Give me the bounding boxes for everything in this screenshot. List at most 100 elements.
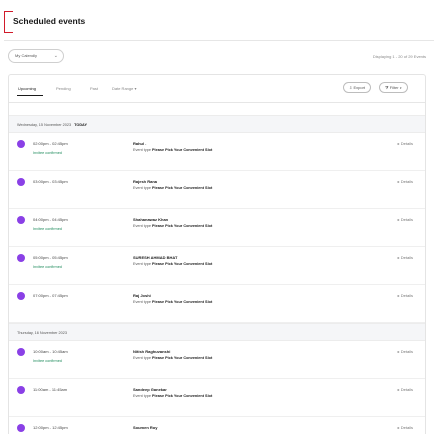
- event-type: Event type Please Pick Your Convenient S…: [133, 224, 212, 228]
- events-panel: Upcoming Pending Past Date Range ▾ ⇩ Exp…: [8, 74, 426, 434]
- details-link[interactable]: ▸ Details: [398, 425, 413, 430]
- details-link[interactable]: ▸ Details: [398, 217, 413, 222]
- event-count: Displaying 1 - 20 of 29 Events: [372, 54, 426, 59]
- tab-date-range[interactable]: Date Range ▾: [112, 86, 136, 91]
- event-type-label: Event type: [133, 262, 151, 266]
- event-time: 11:00am - 11:45am: [33, 387, 68, 392]
- invitee-name: Sandeep Ganekar: [133, 387, 167, 392]
- event-color-dot: [17, 178, 25, 186]
- event-time: 10:00am - 10:45am: [33, 349, 68, 354]
- event-type-value: Please Pick Your Convenient Slot: [152, 300, 213, 304]
- export-label: Export: [353, 85, 366, 90]
- calendar-select[interactable]: My Calendly ⌄: [8, 49, 64, 63]
- event-row[interactable]: 03:00pm - 03:45pm Rajesh Rana Event type…: [9, 171, 425, 209]
- day-header: Thursday, 16 November 2023: [9, 323, 425, 341]
- details-label: Details: [400, 217, 413, 222]
- invitee-name: Shahanawaz Khan: [133, 217, 169, 222]
- invitee-name: Nitish Raghuvanshi: [133, 349, 171, 354]
- event-type-value: Please Pick Your Convenient Slot: [152, 356, 213, 360]
- active-tab-indicator: [17, 95, 43, 96]
- details-link[interactable]: ▸ Details: [398, 349, 413, 354]
- event-time: 05:00pm - 05:45pm: [33, 255, 68, 260]
- event-color-dot: [17, 216, 25, 224]
- invitee-name: Rahul .: [133, 141, 147, 146]
- day-header-label: Wednesday, 15 November 2023 TODAY: [17, 123, 87, 127]
- day-header: Wednesday, 15 November 2023 TODAY: [9, 115, 425, 133]
- event-time: 02:00pm - 02:45pm: [33, 141, 68, 146]
- event-type-value: Please Pick Your Convenient Slot: [152, 186, 213, 190]
- details-link[interactable]: ▸ Details: [398, 255, 413, 260]
- event-type: Event type Please Pick Your Convenient S…: [133, 356, 212, 360]
- event-color-dot: [17, 254, 25, 262]
- invitee-name: Raj Joshi: [133, 293, 151, 298]
- event-type-label: Event type: [133, 394, 151, 398]
- event-color-dot: [17, 292, 25, 300]
- event-type: Event type Please Pick Your Convenient S…: [133, 300, 212, 304]
- header-divider: [4, 40, 434, 41]
- tab-past[interactable]: Past: [90, 86, 98, 91]
- event-color-dot: [17, 348, 25, 356]
- event-row[interactable]: 07:00pm - 07:45pm Raj Joshi Event type P…: [9, 285, 425, 323]
- details-label: Details: [400, 387, 413, 392]
- invitee-name: Soumen Roy: [133, 425, 158, 430]
- event-row[interactable]: 12:00pm - 12:45pm Soumen Roy ▸ Details: [9, 417, 425, 434]
- tab-upcoming[interactable]: Upcoming: [18, 86, 36, 91]
- event-color-dot: [17, 140, 25, 148]
- calendar-select-label: My Calendly: [15, 53, 38, 58]
- details-label: Details: [400, 349, 413, 354]
- day-header-label: Thursday, 16 November 2023: [17, 331, 70, 335]
- event-row[interactable]: 04:00pm - 04:45pm Invitee confirmed Shah…: [9, 209, 425, 247]
- invitee-status: Invitee confirmed: [33, 265, 62, 269]
- event-type: Event type Please Pick Your Convenient S…: [133, 186, 212, 190]
- event-type-value: Please Pick Your Convenient Slot: [152, 224, 213, 228]
- invitee-status: Invitee confirmed: [33, 359, 62, 363]
- filter-button[interactable]: ⧩ Filter ▾: [379, 82, 408, 93]
- event-type: Event type Please Pick Your Convenient S…: [133, 148, 212, 152]
- invitee-status: Invitee confirmed: [33, 227, 62, 231]
- details-label: Details: [400, 179, 413, 184]
- invitee-name: SURESH AHMAD BHAT: [133, 255, 178, 260]
- details-link[interactable]: ▸ Details: [398, 179, 413, 184]
- invitee-status: Invitee confirmed: [33, 151, 62, 155]
- event-type-label: Event type: [133, 356, 151, 360]
- event-type-label: Event type: [133, 224, 151, 228]
- event-type-label: Event type: [133, 300, 151, 304]
- event-row[interactable]: 10:00am - 10:45am Invitee confirmed Niti…: [9, 341, 425, 379]
- event-type-value: Please Pick Your Convenient Slot: [152, 262, 213, 266]
- day-date: Wednesday, 15 November 2023: [17, 123, 72, 127]
- chevron-down-icon: ⌄: [53, 53, 58, 59]
- details-label: Details: [400, 141, 413, 146]
- tab-bar: Upcoming Pending Past Date Range ▾ ⇩ Exp…: [9, 75, 425, 103]
- details-label: Details: [400, 293, 413, 298]
- details-link[interactable]: ▸ Details: [398, 293, 413, 298]
- event-type-value: Please Pick Your Convenient Slot: [152, 148, 213, 152]
- event-color-dot: [17, 424, 25, 432]
- today-badge: TODAY: [74, 123, 87, 127]
- event-time: 12:00pm - 12:45pm: [33, 425, 68, 430]
- filter-label: Filter ▾: [389, 85, 402, 90]
- event-type-label: Event type: [133, 186, 151, 190]
- toolbar: My Calendly ⌄ Displaying 1 - 20 of 29 Ev…: [0, 46, 434, 68]
- brand-bracket: [4, 11, 13, 33]
- details-label: Details: [400, 255, 413, 260]
- event-time: 07:00pm - 07:45pm: [33, 293, 68, 298]
- details-label: Details: [400, 425, 413, 430]
- details-link[interactable]: ▸ Details: [398, 141, 413, 146]
- page-title: Scheduled events: [13, 16, 86, 26]
- event-row[interactable]: 05:00pm - 05:45pm Invitee confirmed SURE…: [9, 247, 425, 285]
- event-row[interactable]: 02:00pm - 02:45pm Invitee confirmed Rahu…: [9, 133, 425, 171]
- event-type: Event type Please Pick Your Convenient S…: [133, 394, 212, 398]
- event-type: Event type Please Pick Your Convenient S…: [133, 262, 212, 266]
- event-type-value: Please Pick Your Convenient Slot: [152, 394, 213, 398]
- invitee-name: Rajesh Rana: [133, 179, 158, 184]
- event-type-label: Event type: [133, 148, 151, 152]
- details-link[interactable]: ▸ Details: [398, 387, 413, 392]
- tab-pending[interactable]: Pending: [56, 86, 71, 91]
- event-time: 04:00pm - 04:45pm: [33, 217, 68, 222]
- event-row[interactable]: 11:00am - 11:45am Sandeep Ganekar Event …: [9, 379, 425, 417]
- day-date: Thursday, 16 November 2023: [17, 331, 67, 335]
- export-button[interactable]: ⇩ Export: [343, 82, 372, 93]
- page-header: Scheduled events: [0, 0, 434, 41]
- event-color-dot: [17, 386, 25, 394]
- event-time: 03:00pm - 03:45pm: [33, 179, 68, 184]
